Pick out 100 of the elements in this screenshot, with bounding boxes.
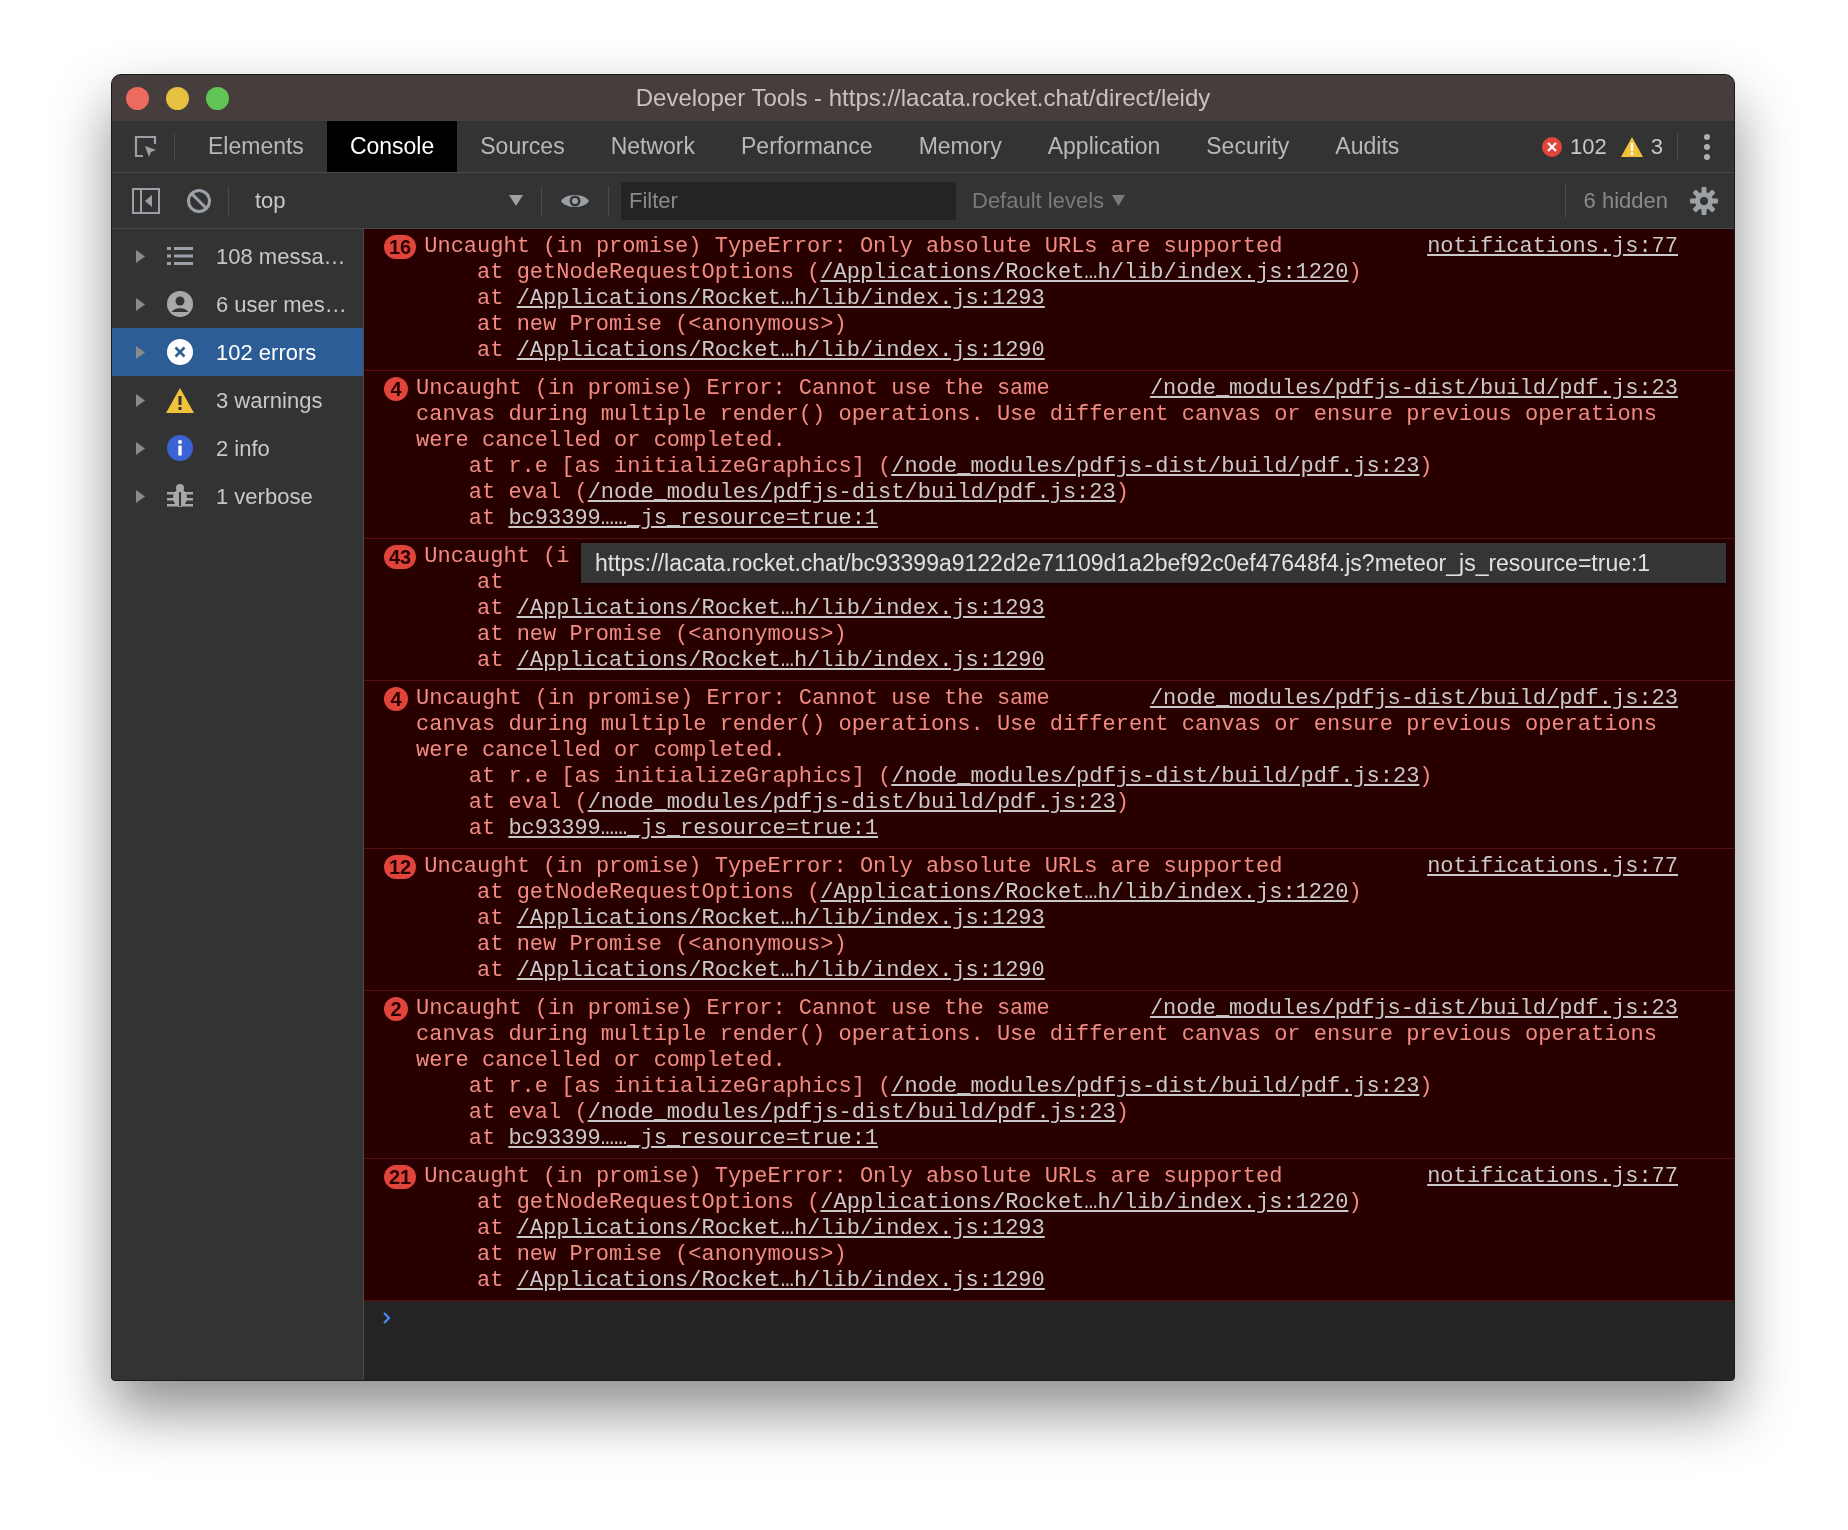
error-message: Uncaught (in promise) Error: Cannot use the same [416, 686, 1050, 712]
zoom-button[interactable] [206, 87, 229, 110]
expand-arrow-icon[interactable] [135, 393, 146, 407]
repeat-count-badge: 16 [384, 235, 417, 259]
stack-frame-link[interactable]: /node_modules/pdfjs-dist/build/pdf.js:23 [891, 1074, 1420, 1100]
window-title: Developer Tools - https://lacata.rocket.chat/direct/leidy [635, 83, 1211, 113]
error-message: canvas during multiple render() operations. Use different canvas or ensure previous operations [416, 712, 1658, 738]
stack-frame-text: at [477, 1268, 505, 1294]
sidebar-item[interactable]: 102 errors [112, 328, 363, 376]
repeat-count-badge: 43 [384, 545, 417, 569]
sidebar-item[interactable]: 3 warnings [112, 376, 363, 424]
stack-frame-text: ) [1115, 790, 1129, 816]
stack-frame-link[interactable]: /node_modules/pdfjs-dist/build/pdf.js:23 [891, 764, 1420, 790]
warning-count: 3 [1650, 133, 1663, 161]
stack-frame-text: ) [1419, 454, 1433, 480]
warning-icon [1620, 136, 1643, 157]
stack-frame-text: at [477, 338, 505, 364]
tab[interactable]: Console [326, 121, 458, 172]
stack-frame-link[interactable]: /Applications/Rocket…h/lib/index.js:1293 [516, 906, 1045, 932]
stack-frame-text: at getNodeRequestOptions ( [477, 260, 821, 286]
stack-frame-link[interactable]: /node_modules/pdfjs-dist/build/pdf.js:23 [587, 480, 1116, 506]
sidebar-item[interactable]: 6 user mes… [112, 280, 363, 328]
caret-icon [509, 195, 523, 206]
error-message: Uncaught (in promise) Error: Cannot use the same [416, 376, 1050, 402]
stack-frame-link[interactable]: /Applications/Rocket…h/lib/index.js:1290 [516, 648, 1045, 674]
sidebar-item[interactable]: 108 messa… [112, 232, 363, 280]
repeat-count-badge: 12 [384, 855, 417, 879]
stack-frame-link[interactable]: /Applications/Rocket…h/lib/index.js:1290 [516, 958, 1045, 984]
tab[interactable]: Security [1183, 121, 1313, 172]
error-message: were cancelled or completed. [416, 1048, 787, 1074]
stack-frame-text: ) [1115, 1100, 1129, 1126]
stack-frame-text: at eval ( [468, 1100, 588, 1126]
error-message: Uncaught (in promise) TypeError: Only absolute URLs are supported [424, 1164, 1283, 1190]
stack-frame-link[interactable]: /node_modules/pdfjs-dist/build/pdf.js:23 [587, 1100, 1116, 1126]
tab[interactable]: Elements [185, 121, 327, 172]
tab[interactable]: Network [587, 121, 718, 172]
stack-frame-link[interactable]: /Applications/Rocket…h/lib/index.js:1293 [516, 596, 1045, 622]
user-icon [167, 291, 193, 317]
source-link[interactable]: /node_modules/pdfjs-dist/build/pdf.js:23 [1149, 996, 1678, 1022]
stack-frame-text: at new Promise (<anonymous>) [477, 1242, 847, 1268]
stack-frame-text: at getNodeRequestOptions ( [477, 880, 821, 906]
stack-frame-text: ) [1419, 764, 1433, 790]
context-selector[interactable]: top [255, 184, 523, 217]
source-link[interactable]: notifications.js:77 [1427, 854, 1678, 880]
stack-frame-text: at [477, 286, 505, 312]
stack-frame-link[interactable]: /Applications/Rocket…h/lib/index.js:1290 [516, 1268, 1045, 1294]
error-message: Uncaught (in promise) TypeError: Only absolute URLs are supported [424, 234, 1283, 260]
tab[interactable]: Performance [718, 121, 896, 172]
stack-frame-text: at new Promise (<anonymous>) [477, 932, 847, 958]
tab[interactable]: Application [1024, 121, 1184, 172]
stack-frame-link[interactable]: /Applications/Rocket…h/lib/index.js:1293 [516, 1216, 1045, 1242]
stack-frame-link[interactable]: bc93399……_js_resource=true:1 [508, 1126, 879, 1152]
hidden-count: 6 hidden [1583, 187, 1668, 215]
stack-frame-link[interactable]: /Applications/Rocket…h/lib/index.js:1220 [820, 880, 1349, 906]
stack-frame-link[interactable]: /node_modules/pdfjs-dist/build/pdf.js:23 [891, 454, 1420, 480]
expand-arrow-icon[interactable] [135, 441, 146, 455]
stack-frame-text: ) [1348, 260, 1362, 286]
error-message: Uncaught (in promise) TypeError: Only absolute URLs are supported [424, 854, 1283, 880]
stack-frame-link[interactable]: /Applications/Rocket…h/lib/index.js:1220 [820, 260, 1349, 286]
filter-field[interactable]: Filter [621, 181, 956, 220]
source-link[interactable]: notifications.js:77 [1427, 234, 1678, 260]
source-link[interactable]: notifications.js:77 [1427, 1164, 1678, 1190]
stack-frame-link[interactable]: /node_modules/pdfjs-dist/build/pdf.js:23 [587, 790, 1116, 816]
error-icon [1542, 136, 1563, 157]
tab[interactable]: Audits [1312, 121, 1423, 172]
stack-frame-text: at getNodeRequestOptions ( [477, 1190, 821, 1216]
stack-frame-text: at r.e [as initializeGraphics] ( [468, 1074, 892, 1100]
stack-frame-text: at [477, 596, 505, 622]
tab[interactable]: Memory [895, 121, 1025, 172]
stack-frame-link[interactable]: /Applications/Rocket…h/lib/index.js:1220 [820, 1190, 1349, 1216]
error-message: canvas during multiple render() operations. Use different canvas or ensure previous operations [416, 1022, 1658, 1048]
error-message: canvas during multiple render() operations. Use different canvas or ensure previous operations [416, 402, 1658, 428]
sidebar-item[interactable]: 1 verbose [112, 472, 363, 520]
stack-frame-link[interactable]: /Applications/Rocket…h/lib/index.js:1293 [516, 286, 1045, 312]
stack-frame-link[interactable]: bc93399……_js_resource=true:1 [508, 816, 879, 842]
stack-frame-text: at r.e [as initializeGraphics] ( [468, 764, 892, 790]
expand-arrow-icon[interactable] [135, 489, 146, 503]
source-link[interactable]: /node_modules/pdfjs-dist/build/pdf.js:23 [1149, 376, 1678, 402]
minimize-button[interactable] [166, 87, 189, 110]
error-message: were cancelled or completed. [416, 428, 787, 454]
more-menu-icon[interactable] [1704, 133, 1710, 160]
expand-arrow-icon[interactable] [135, 249, 146, 263]
stack-frame-text: ) [1115, 480, 1129, 506]
stack-frame-text: at [468, 1126, 497, 1152]
stack-frame-text: ) [1348, 880, 1362, 906]
repeat-count-badge: 21 [384, 1165, 417, 1189]
bug-icon [167, 483, 193, 509]
clear-console-icon[interactable] [186, 187, 212, 214]
caret-icon [1112, 195, 1126, 206]
stack-frame-link[interactable]: bc93399……_js_resource=true:1 [508, 506, 879, 532]
source-link[interactable]: /node_modules/pdfjs-dist/build/pdf.js:23 [1149, 686, 1678, 712]
error-message: were cancelled or completed. [416, 738, 787, 764]
stack-frame-text: ) [1419, 1074, 1433, 1100]
expand-arrow-icon[interactable] [135, 297, 146, 311]
repeat-count-badge: 2 [384, 997, 408, 1021]
sidebar-toggle-icon[interactable] [132, 187, 160, 214]
stack-frame-link[interactable]: /Applications/Rocket…h/lib/index.js:1290 [516, 338, 1045, 364]
sidebar-item[interactable]: 2 info [112, 424, 363, 472]
tab[interactable]: Sources [457, 121, 588, 172]
close-button[interactable] [126, 87, 149, 110]
